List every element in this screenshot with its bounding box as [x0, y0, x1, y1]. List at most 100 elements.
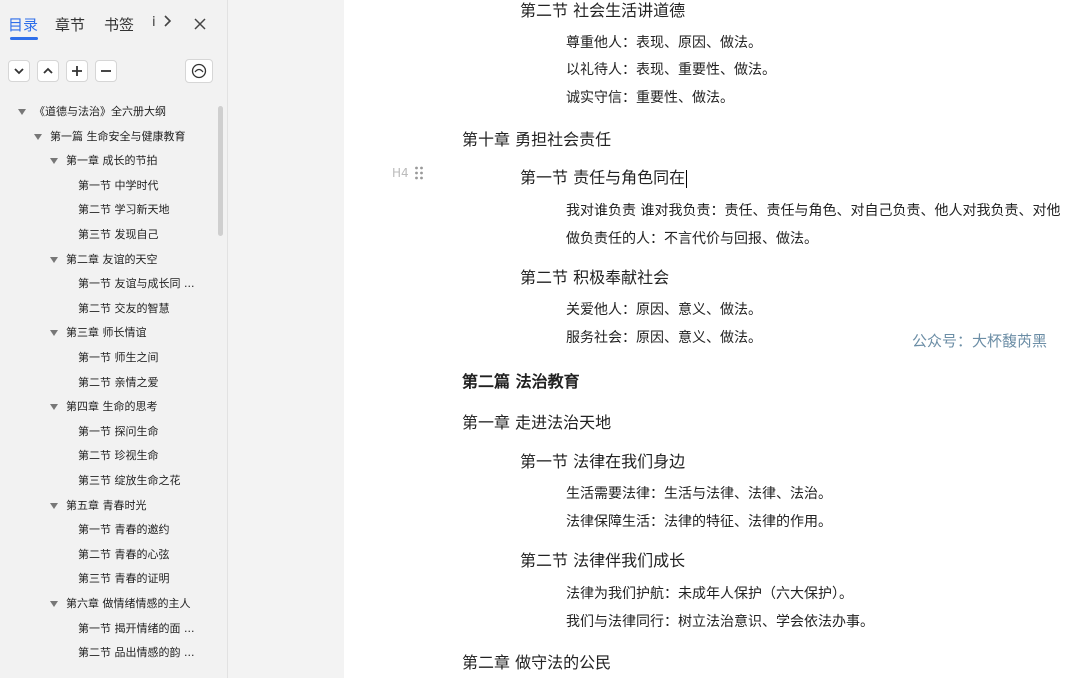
doc-heading[interactable]: 第二节 积极奉献社会	[520, 264, 669, 288]
outline-item[interactable]: 第三节 发现自己	[78, 225, 159, 245]
outline-item-label: 第二章 友谊的天空	[66, 252, 158, 266]
outline-item-label: 第二节 交友的智慧	[78, 301, 170, 315]
outline-item[interactable]: 第一节 探问生命	[78, 422, 159, 442]
doc-line-text: 第二节 社会生活讲道德	[520, 1, 686, 20]
doc-line-text: 第一节 责任与角色同在	[520, 168, 686, 187]
outline-item-label: 第二节 学习新天地	[78, 203, 170, 217]
doc-heading[interactable]: 第一章 走进法治天地	[462, 409, 611, 433]
doc-line-text: 以礼待人：表现、重要性、做法。	[566, 62, 776, 78]
doc-paragraph[interactable]: 服务社会：原因、意义、做法。	[566, 327, 762, 347]
outline-item[interactable]: 第二节 学习新天地	[78, 200, 170, 220]
outline-item-label: 第一节 中学时代	[78, 178, 159, 192]
outline-item[interactable]: 第二节 亲情之爱	[78, 373, 159, 393]
doc-line-text: 我们与法律同行：树立法治意识、学会依法办事。	[566, 614, 874, 630]
tab-bookmarks[interactable]: 书签	[104, 14, 134, 35]
expand-caret-icon[interactable]	[50, 330, 58, 337]
outline-item-label: 第六章 做情绪情感的主人	[66, 597, 191, 610]
sidebar-tabs: 目录 章节 书签 i	[8, 14, 227, 40]
expand-caret-icon[interactable]	[50, 256, 58, 263]
add-heading-button[interactable]	[66, 60, 88, 82]
doc-heading[interactable]: 第二节 法律伴我们成长	[520, 547, 685, 571]
collapse-all-button[interactable]	[8, 60, 30, 82]
outline-item-label: 第一节 揭开情绪的面 ...	[78, 621, 195, 635]
editor-gutter	[228, 0, 344, 678]
outline-item-label: 第三章 师长情谊	[66, 326, 147, 340]
doc-line-text: 法律为我们护航：未成年人保护（六大保护）。	[566, 586, 853, 602]
doc-paragraph[interactable]: 法律为我们护航：未成年人保护（六大保护）。	[566, 583, 853, 603]
doc-line-text: 尊重他人：表现、原因、做法。	[566, 35, 762, 51]
doc-paragraph[interactable]: 关爱他人：原因、意义、做法。	[566, 299, 762, 319]
doc-heading[interactable]: 第二章 做守法的公民	[462, 649, 611, 673]
expand-caret-icon[interactable]	[34, 133, 42, 140]
outline-item-label: 第四章 生命的思考	[66, 400, 158, 414]
doc-paragraph[interactable]: 诚实守信：重要性、做法。	[566, 87, 734, 107]
doc-line-text: 第二节 法律伴我们成长	[520, 551, 686, 570]
close-sidebar-icon[interactable]	[194, 16, 206, 34]
doc-line-text: 第十章 勇担社会责任	[462, 130, 612, 149]
expand-caret-icon[interactable]	[50, 601, 58, 607]
minus-icon	[101, 70, 111, 72]
doc-line-text: 第二节 积极奉献社会	[520, 268, 670, 287]
outline-item[interactable]: 第二节 交友的智慧	[78, 299, 170, 319]
tab-chapters[interactable]: 章节	[55, 14, 85, 35]
outline-sidebar: 目录 章节 书签 i 《道德与法治》全六册大纲第一篇 生命安全与健康教育第一章 …	[0, 0, 228, 678]
doc-line-text: 诚实守信：重要性、做法。	[566, 90, 734, 106]
outline-item[interactable]: 第一篇 生命安全与健康教育	[34, 127, 186, 147]
tabs-scroll-right-icon[interactable]	[163, 14, 173, 32]
doc-paragraph[interactable]: 做负责任的人：不言代价与回报、做法。	[566, 228, 818, 248]
outline-item-label: 第二节 品出情感的韵 ...	[78, 646, 195, 660]
tab-outline[interactable]: 目录	[8, 14, 38, 35]
display-settings-button[interactable]	[185, 59, 213, 83]
expand-caret-icon[interactable]	[50, 158, 58, 165]
outline-item-label: 《道德与法治》全六册大纲	[34, 105, 166, 118]
expand-caret-icon[interactable]	[50, 502, 58, 509]
outline-item[interactable]: 第一节 中学时代	[78, 176, 159, 196]
doc-paragraph[interactable]: 以礼待人：表现、重要性、做法。	[566, 59, 776, 79]
doc-paragraph[interactable]: 我对谁负责 谁对我负责：责任、责任与角色、对自己负责、他人对我负责、对他	[566, 200, 1060, 220]
sidebar-scrollbar[interactable]	[218, 106, 223, 236]
outline-item[interactable]: 第二节 珍视生命	[78, 446, 159, 466]
outline-item[interactable]: 第一节 师生之间	[78, 348, 159, 368]
doc-heading[interactable]: 第一节 法律在我们身边	[520, 448, 685, 472]
outline-item[interactable]: 第二章 友谊的天空	[50, 250, 158, 270]
outline-item[interactable]: 第二节 品出情感的韵 ...	[78, 643, 194, 663]
doc-paragraph[interactable]: 生活需要法律：生活与法律、法律、法治。	[566, 483, 832, 503]
doc-heading[interactable]: 第二篇 法治教育	[462, 368, 580, 392]
outline-item[interactable]: 第一节 青春的邀约	[78, 520, 170, 540]
doc-heading[interactable]: 第十章 勇担社会责任	[462, 126, 611, 150]
expand-caret-icon[interactable]	[18, 109, 26, 115]
doc-heading[interactable]: 第二节 社会生活讲道德	[520, 0, 685, 21]
expand-all-button[interactable]	[37, 60, 59, 82]
doc-heading[interactable]: 第一节 责任与角色同在	[520, 164, 688, 188]
outline-item[interactable]: 第一节 友谊与成长同 ...	[78, 274, 194, 294]
outline-item-label: 第一节 探问生命	[78, 424, 159, 438]
expand-caret-icon[interactable]	[50, 404, 58, 411]
doc-line-text: 第一节 法律在我们身边	[520, 452, 686, 471]
doc-line-text: 服务社会：原因、意义、做法。	[566, 330, 762, 346]
doc-paragraph[interactable]: 我们与法律同行：树立法治意识、学会依法办事。	[566, 611, 874, 631]
outline-item[interactable]: 第三节 青春的证明	[78, 569, 170, 589]
outline-item[interactable]: 第四章 生命的思考	[50, 397, 158, 417]
active-tab-indicator	[10, 37, 38, 40]
outline-item[interactable]: 《道德与法治》全六册大纲	[18, 102, 166, 122]
outline-item[interactable]: 第一章 成长的节拍	[50, 151, 158, 171]
outline-item[interactable]: 第六章 做情绪情感的主人	[50, 594, 191, 614]
document-body: H4 第二节 社会生活讲道德 尊重他人：表现、原因、做法。 以礼待人：表现、重要性、…	[344, 0, 1080, 678]
outline-item-label: 第二节 青春的心弦	[78, 547, 170, 561]
remove-heading-button[interactable]	[95, 60, 117, 82]
doc-line-text: 做负责任的人：不言代价与回报、做法。	[566, 231, 818, 247]
outline-item-label: 第一章 成长的节拍	[66, 154, 158, 168]
drag-handle-icon[interactable]	[414, 165, 424, 181]
outline-item[interactable]: 第五章 青春时光	[50, 496, 147, 516]
outline-item-label: 第三节 绽放生命之花	[78, 474, 181, 487]
outline-item-label: 第三节 发现自己	[78, 228, 159, 241]
outline-item[interactable]: 第三章 师长情谊	[50, 323, 147, 343]
outline-item[interactable]: 第一节 揭开情绪的面 ...	[78, 619, 194, 639]
outline-item[interactable]: 第二节 青春的心弦	[78, 545, 170, 565]
doc-line-text: 第二篇 法治教育	[462, 372, 580, 391]
tab-more[interactable]: i	[152, 15, 156, 30]
doc-paragraph[interactable]: 尊重他人：表现、原因、做法。	[566, 32, 762, 52]
outline-item-label: 第一篇 生命安全与健康教育	[50, 129, 186, 143]
doc-paragraph[interactable]: 法律保障生活：法律的特征、法律的作用。	[566, 511, 832, 531]
outline-item[interactable]: 第三节 绽放生命之花	[78, 471, 181, 491]
